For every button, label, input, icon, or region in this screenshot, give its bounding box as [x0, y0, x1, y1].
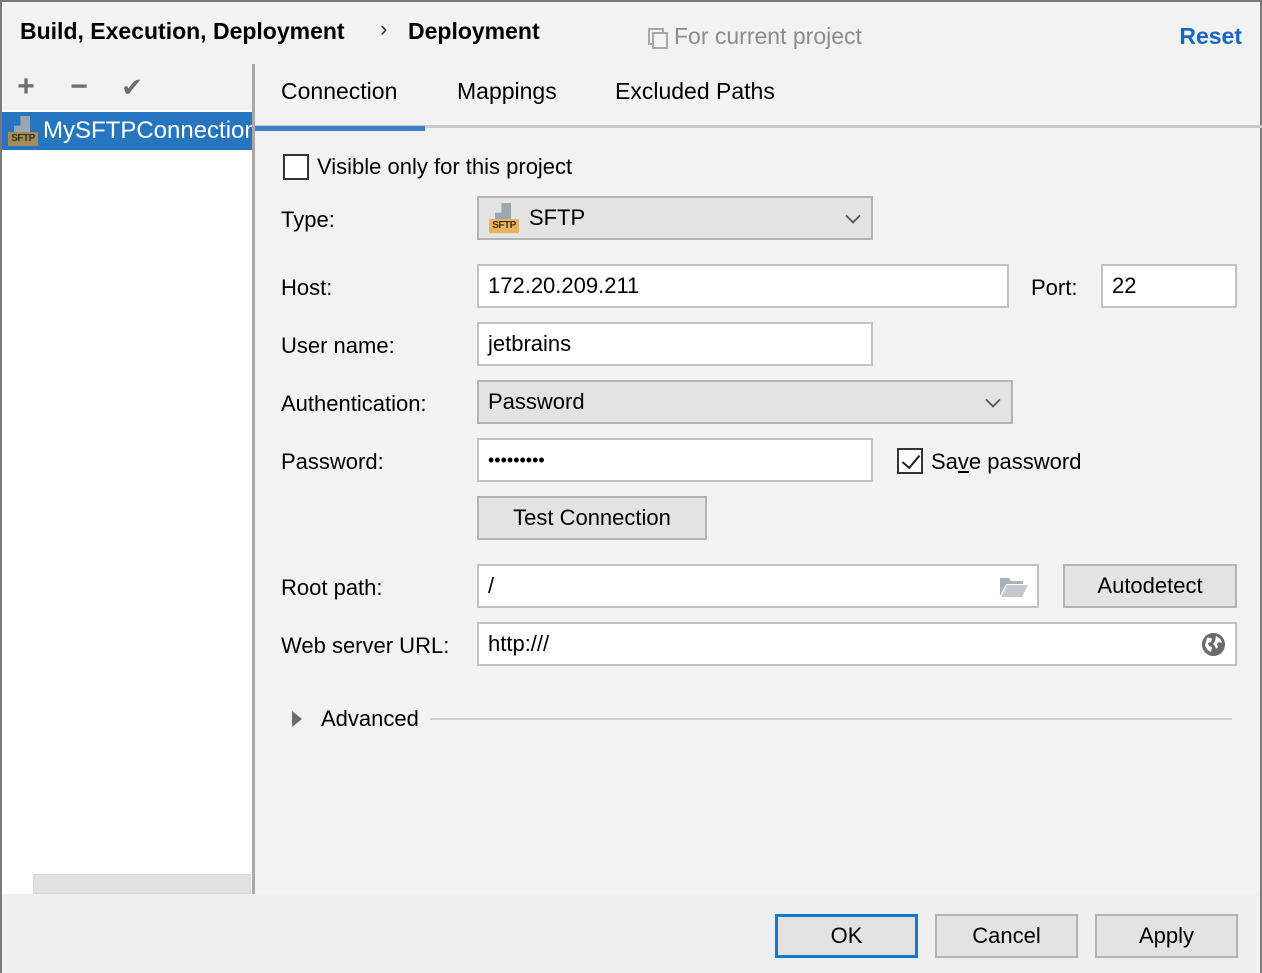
- password-value: •••••••••: [488, 449, 545, 470]
- cancel-button[interactable]: Cancel: [935, 914, 1078, 958]
- type-value: SFTP: [529, 205, 586, 230]
- tab-connection[interactable]: Connection: [254, 78, 426, 131]
- type-dropdown[interactable]: SFTP SFTP: [477, 196, 873, 240]
- autodetect-button[interactable]: Autodetect: [1063, 564, 1237, 608]
- breadcrumb-parent[interactable]: Build, Execution, Deployment: [20, 18, 345, 45]
- dialog-footer: OK Cancel Apply: [2, 894, 1260, 973]
- ok-button[interactable]: OK: [775, 914, 918, 958]
- visible-only-label[interactable]: Visible only for this project: [317, 154, 572, 180]
- expand-triangle-icon: [292, 711, 302, 727]
- reset-link[interactable]: Reset: [1179, 23, 1242, 50]
- folder-open-icon[interactable]: [999, 576, 1029, 598]
- save-password-checkbox[interactable]: [897, 448, 923, 474]
- globe-icon[interactable]: [1202, 633, 1225, 656]
- root-path-value: /: [488, 573, 495, 598]
- sftp-icon: SFTP: [489, 203, 521, 233]
- password-label: Password:: [281, 449, 384, 474]
- web-server-url-value: http:///: [488, 631, 550, 656]
- server-item-mysftpconnection[interactable]: SFTP MySFTPConnection: [2, 112, 258, 150]
- panel-splitter[interactable]: [252, 64, 255, 894]
- root-path-label: Root path:: [281, 575, 383, 600]
- chevron-down-icon: [845, 208, 861, 224]
- root-path-input[interactable]: /: [477, 564, 1039, 608]
- advanced-divider: [430, 718, 1232, 720]
- port-value: 22: [1112, 273, 1137, 298]
- servers-list: SFTP MySFTPConnection: [2, 110, 258, 894]
- web-server-url-input[interactable]: http:///: [477, 622, 1237, 666]
- host-label: Host:: [281, 275, 333, 300]
- add-icon[interactable]: +: [11, 70, 41, 103]
- breadcrumb-current: Deployment: [408, 18, 540, 44]
- server-item-label: MySFTPConnection: [43, 117, 258, 144]
- scope-indicator: For current project: [648, 23, 862, 50]
- host-input[interactable]: 172.20.209.211: [477, 264, 1009, 308]
- project-scope-icon: [648, 27, 668, 49]
- save-password-label[interactable]: Save password: [931, 449, 1081, 475]
- username-label: User name:: [281, 333, 395, 358]
- host-value: 172.20.209.211: [488, 273, 640, 298]
- advanced-label: Advanced: [321, 706, 419, 731]
- header: Build, Execution, Deployment › Deploymen…: [2, 2, 1260, 64]
- password-input[interactable]: •••••••••: [477, 438, 873, 482]
- settings-dialog: Build, Execution, Deployment › Deploymen…: [0, 0, 1262, 973]
- authentication-value: Password: [488, 389, 585, 414]
- tab-bar: Connection Mappings Excluded Paths: [254, 64, 1262, 131]
- web-server-url-label: Web server URL:: [281, 633, 450, 658]
- remove-icon[interactable]: −: [64, 70, 94, 103]
- sftp-icon: SFTP: [8, 116, 40, 146]
- test-connection-button[interactable]: Test Connection: [477, 496, 707, 540]
- apply-button[interactable]: Apply: [1095, 914, 1238, 958]
- authentication-dropdown[interactable]: Password: [477, 380, 1013, 424]
- horizontal-scrollbar[interactable]: [33, 874, 251, 894]
- username-input[interactable]: jetbrains: [477, 322, 873, 366]
- port-input[interactable]: 22: [1101, 264, 1237, 308]
- visible-only-checkbox[interactable]: [283, 154, 309, 180]
- set-default-check-icon[interactable]: ✔: [117, 72, 147, 102]
- advanced-section-toggle[interactable]: Advanced: [292, 706, 419, 732]
- port-label: Port:: [1031, 275, 1078, 300]
- authentication-label: Authentication:: [281, 391, 427, 416]
- tab-excluded-paths[interactable]: Excluded Paths: [615, 78, 775, 128]
- type-label: Type:: [281, 207, 335, 232]
- username-value: jetbrains: [488, 331, 572, 356]
- servers-toolbar: + − ✔: [2, 64, 252, 110]
- scope-label: For current project: [674, 23, 862, 49]
- tab-mappings[interactable]: Mappings: [457, 78, 557, 128]
- breadcrumb-separator-icon: ›: [380, 16, 388, 41]
- chevron-down-icon: [985, 392, 1001, 408]
